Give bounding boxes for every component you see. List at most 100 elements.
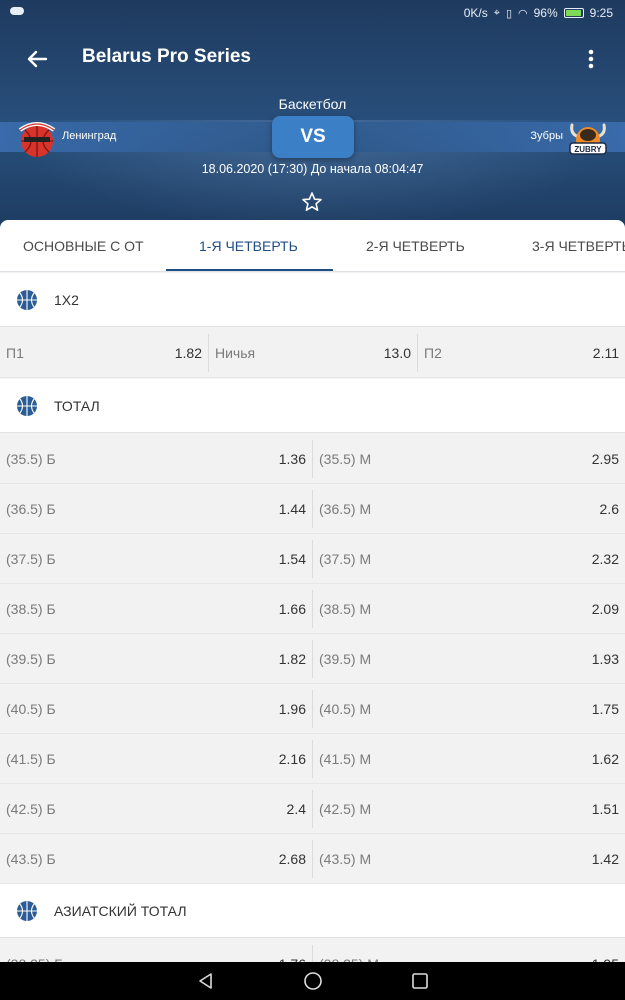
page-title: Belarus Pro Series — [82, 46, 251, 67]
odd-value: 2.95 — [591, 451, 619, 467]
team-away-name: Зубры — [530, 130, 563, 142]
odd-cell-over[interactable]: (38.5) Б 1.66 — [0, 584, 312, 634]
odd-value: 1.62 — [591, 751, 619, 767]
favorite-button[interactable] — [300, 190, 324, 214]
odd-value: 1.82 — [278, 651, 306, 667]
odd-value: 2.4 — [286, 801, 306, 817]
outcome-label: (41.5) Б — [6, 751, 56, 767]
vs-badge: VS — [272, 116, 354, 158]
odd-value: 2.6 — [599, 501, 619, 517]
market-header-total[interactable]: ТОТАЛ — [0, 379, 625, 433]
odd-value: 13.0 — [383, 345, 411, 361]
odd-value: 1.82 — [174, 345, 202, 361]
back-button[interactable] — [22, 44, 52, 74]
status-bar: 0K/s ⌖ ▯ ◠ 96% 9:25 — [0, 0, 625, 26]
odd-value: 1.51 — [591, 801, 619, 817]
market-title: 1X2 — [54, 291, 79, 308]
odd-cell-over[interactable]: (42.5) Б 2.4 — [0, 784, 312, 834]
market-header-1x2[interactable]: 1X2 — [0, 273, 625, 327]
market-header-asian-total[interactable]: АЗИАТСКИЙ ТОТАЛ — [0, 884, 625, 938]
period-tabs: ОСНОВНЫЕ С ОТ 1-Я ЧЕТВЕРТЬ 2-Я ЧЕТВЕРТЬ … — [0, 220, 625, 272]
team-home-logo — [16, 118, 58, 160]
total-row: (39.5) Б 1.82 (39.5) М 1.93 — [0, 634, 625, 684]
nav-home-icon[interactable] — [303, 971, 323, 991]
odd-cell-away-win[interactable]: П2 2.11 — [418, 328, 625, 378]
odd-cell-under[interactable]: (41.5) М 1.62 — [313, 734, 625, 784]
system-nav-bar — [0, 962, 625, 1000]
outcome-label: (39.5) Б — [6, 651, 56, 667]
odd-cell-under[interactable]: (35.5) М 2.95 — [313, 434, 625, 484]
odd-value: 1.96 — [278, 701, 306, 717]
vibrate-icon: ▯ — [505, 7, 512, 20]
odd-value: 2.09 — [591, 601, 619, 617]
odd-cell-over[interactable]: (36.5) Б 1.44 — [0, 484, 312, 534]
odd-cell-under[interactable]: (37.5) М 2.32 — [313, 534, 625, 584]
network-speed: 0K/s — [463, 6, 488, 20]
odd-cell-under[interactable]: (39.5) М 1.93 — [313, 634, 625, 684]
tab-quarter-3[interactable]: 3-Я ЧЕТВЕРТЬ — [532, 220, 625, 271]
odd-value: 2.68 — [278, 851, 306, 867]
match-datetime: 18.06.2020 (17:30) — [201, 162, 308, 176]
odd-cell-under[interactable]: (38.5) М 2.09 — [313, 584, 625, 634]
wifi-icon: ◠ — [518, 7, 528, 20]
more-menu-button[interactable] — [578, 44, 604, 74]
total-row: (42.5) Б 2.4 (42.5) М 1.51 — [0, 784, 625, 834]
total-row: (37.5) Б 1.54 (37.5) М 2.32 — [0, 534, 625, 584]
outcome-label: (40.5) Б — [6, 701, 56, 717]
svg-text:ZUBRY: ZUBRY — [574, 145, 602, 154]
odd-cell-over[interactable]: (41.5) Б 2.16 — [0, 734, 312, 784]
odd-value: 1.54 — [278, 551, 306, 567]
total-row: (43.5) Б 2.68 (43.5) М 1.42 — [0, 834, 625, 884]
odd-cell-under[interactable]: (42.5) М 1.51 — [313, 784, 625, 834]
odd-cell-under[interactable]: (43.5) М 1.42 — [313, 834, 625, 884]
total-row: (40.5) Б 1.96 (40.5) М 1.75 — [0, 684, 625, 734]
outcome-label: (38.5) Б — [6, 601, 56, 617]
odd-cell-under[interactable]: (36.5) М 2.6 — [313, 484, 625, 534]
arrow-left-icon — [27, 50, 48, 68]
odd-value: 2.32 — [591, 551, 619, 567]
outcome-label: (40.5) М — [319, 701, 372, 717]
odd-cell-over[interactable]: (40.5) Б 1.96 — [0, 684, 312, 734]
tab-main[interactable]: ОСНОВНЫЕ С ОТ — [23, 220, 144, 271]
outcome-label: Ничья — [215, 345, 256, 361]
outcome-label: П2 — [424, 345, 442, 361]
odd-value: 1.66 — [278, 601, 306, 617]
market-row-1x2: П1 1.82 Ничья 13.0 П2 2.11 — [0, 328, 625, 378]
outcome-label: (43.5) М — [319, 851, 372, 867]
outcome-label: (36.5) М — [319, 501, 372, 517]
odd-value: 1.36 — [278, 451, 306, 467]
nav-back-icon[interactable] — [196, 971, 216, 991]
odd-cell-home-win[interactable]: П1 1.82 — [0, 328, 208, 378]
basketball-icon — [17, 290, 37, 310]
star-outline-icon — [302, 192, 322, 211]
outcome-label: (42.5) Б — [6, 801, 56, 817]
odd-value: 1.44 — [278, 501, 306, 517]
tab-quarter-2[interactable]: 2-Я ЧЕТВЕРТЬ — [366, 220, 465, 271]
odd-cell-over[interactable]: (43.5) Б 2.68 — [0, 834, 312, 884]
odd-value: 1.42 — [591, 851, 619, 867]
location-icon: ⌖ — [493, 6, 500, 19]
outcome-label: (41.5) М — [319, 751, 372, 767]
match-info: 18.06.2020 (17:30) До начала 08:04:47 — [0, 162, 625, 176]
outcome-label: (37.5) М — [319, 551, 372, 567]
outcome-label: (35.5) Б — [6, 451, 56, 467]
outcome-label: (38.5) М — [319, 601, 372, 617]
odd-value: 1.75 — [591, 701, 619, 717]
total-row: (38.5) Б 1.66 (38.5) М 2.09 — [0, 584, 625, 634]
sport-label: Баскетбол — [278, 96, 347, 112]
team-away-logo: ZUBRY — [566, 119, 610, 159]
odd-cell-over[interactable]: (39.5) Б 1.82 — [0, 634, 312, 684]
battery-icon — [563, 8, 584, 18]
odd-cell-over[interactable]: (37.5) Б 1.54 — [0, 534, 312, 584]
outcome-label: (35.5) М — [319, 451, 372, 467]
more-vertical-icon — [588, 49, 594, 69]
odd-cell-over[interactable]: (35.5) Б 1.36 — [0, 434, 312, 484]
nav-recent-apps-icon[interactable] — [411, 972, 429, 990]
clock: 9:25 — [589, 6, 613, 20]
total-row: (36.5) Б 1.44 (36.5) М 2.6 — [0, 484, 625, 534]
odd-cell-draw[interactable]: Ничья 13.0 — [209, 328, 417, 378]
tab-quarter-1[interactable]: 1-Я ЧЕТВЕРТЬ — [199, 220, 298, 271]
outcome-label: П1 — [6, 345, 24, 361]
basketball-icon — [17, 396, 37, 416]
odd-cell-under[interactable]: (40.5) М 1.75 — [313, 684, 625, 734]
